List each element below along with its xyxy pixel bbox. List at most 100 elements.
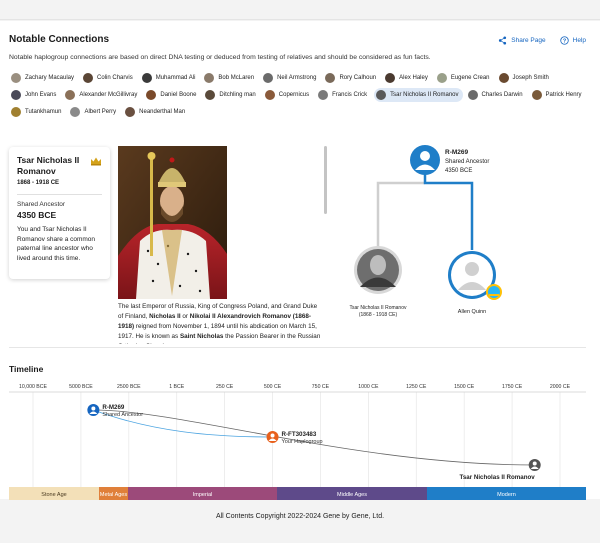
chip-label: Neanderthal Man	[139, 109, 186, 115]
chip-label: Rory Calhoun	[339, 75, 377, 81]
footer-copyright: All Contents Copyright 2022-2024 Gene by…	[215, 513, 385, 520]
svg-text:?: ?	[562, 38, 565, 44]
timeline-tick-label: 5000 BCE	[69, 384, 93, 390]
timeline-tick-label: 10,000 BCE	[19, 384, 48, 390]
help-button[interactable]: ? Help	[559, 36, 586, 45]
notable-chip[interactable]: Tutankhamun	[9, 105, 65, 119]
notable-chip[interactable]: Tsar Nicholas II Romanov	[374, 88, 463, 102]
chip-label: Joseph Smith	[512, 75, 549, 81]
chip-label: Francis Crick	[332, 92, 368, 98]
notable-chip[interactable]: Daniel Boone	[144, 88, 200, 102]
page-title: Notable Connections	[9, 34, 110, 45]
top-bar	[0, 0, 600, 20]
notable-chip[interactable]: Zachary Macaulay	[9, 71, 78, 85]
info-divider	[17, 194, 102, 195]
notable-chip[interactable]: Joseph Smith	[497, 71, 553, 85]
chip-label: Charles Darwin	[481, 92, 523, 98]
help-icon: ?	[559, 36, 569, 45]
notable-chip[interactable]: Eugene Crean	[435, 71, 494, 85]
bio-name1: Nicholas II	[149, 313, 181, 320]
chip-avatar	[11, 90, 21, 100]
ancestor-label: Shared Ancestor	[445, 159, 489, 165]
era-label: Imperial	[193, 492, 213, 498]
notable-chip[interactable]: Charles Darwin	[466, 88, 527, 102]
timeline-tick-label: 1250 CE	[406, 384, 427, 390]
timeline-event-haplogroup: R-FT303483	[282, 431, 317, 438]
era-label: Middle Ages	[337, 492, 367, 498]
notable-chip[interactable]: John Evans	[9, 88, 60, 102]
timeline-tick-label: 1500 CE	[454, 384, 475, 390]
chip-label: Alex Haley	[399, 75, 428, 81]
shared-ancestor-label: Shared Ancestor	[17, 201, 66, 208]
tree-line-right	[423, 168, 474, 250]
notable-chip[interactable]: Colin Charvis	[81, 71, 137, 85]
notable-chip[interactable]: Francis Crick	[316, 88, 371, 102]
chip-avatar	[11, 73, 21, 83]
bio-scrollbar[interactable]	[324, 146, 327, 214]
chip-label: Daniel Boone	[160, 92, 197, 98]
user-node-name: Allen Quinn	[458, 309, 486, 315]
timeline-tick-label: 1 BCE	[169, 384, 185, 390]
chip-label: Tsar Nicholas II Romanov	[390, 92, 459, 98]
notable-chip[interactable]: Neil Armstrong	[261, 71, 320, 85]
chip-avatar	[376, 90, 387, 100]
chip-label: Eugene Crean	[450, 75, 490, 81]
chip-avatar	[204, 73, 215, 83]
timeline-event-label: Your Haplogroup	[282, 439, 323, 445]
chip-avatar	[146, 90, 157, 100]
user-node[interactable]	[448, 251, 502, 300]
chip-label: Colin Charvis	[97, 75, 133, 81]
ancestor-year: 4350 BCE	[445, 168, 472, 174]
timeline-tick-label: 1000 CE	[358, 384, 379, 390]
section-divider	[9, 347, 586, 348]
chip-avatar	[83, 73, 94, 83]
era-label: Metal Ages	[100, 492, 127, 498]
notable-chip[interactable]: Patrick Henry	[530, 88, 586, 102]
notable-chip[interactable]: Muhammad Ali	[140, 71, 200, 85]
timeline-tick-label: 250 CE	[216, 384, 234, 390]
ancestor-haplogroup: R-M269	[445, 149, 469, 156]
chip-label: Alexander McGillivray	[79, 92, 138, 98]
era-label: Stone Age	[41, 492, 66, 498]
bio-text: The last Emperor of Russia, King of Cong…	[118, 302, 322, 344]
notable-chip[interactable]: Ditchling man	[203, 88, 259, 102]
tsar-node[interactable]	[354, 246, 402, 294]
chip-label: Muhammad Ali	[155, 75, 196, 81]
notable-chip[interactable]: Copernicus	[263, 88, 313, 102]
chip-avatar	[141, 73, 152, 83]
person-name: Tsar Nicholas II Romanov	[17, 155, 80, 176]
notable-chip[interactable]: Bob McLaren	[202, 71, 258, 85]
help-label: Help	[572, 37, 586, 44]
shared-ancestor-year: 4350 BCE	[17, 210, 57, 220]
timeline-tick-label: 1750 CE	[502, 384, 523, 390]
notable-chip[interactable]: Neanderthal Man	[123, 105, 189, 119]
notable-chip[interactable]: Alexander McGillivray	[63, 88, 141, 102]
ancestor-node[interactable]	[410, 145, 440, 175]
notable-chip[interactable]: Albert Perry	[68, 105, 120, 119]
timeline-tick-label: 2000 CE	[550, 384, 571, 390]
chip-label: Copernicus	[278, 92, 310, 98]
chip-avatar	[264, 90, 275, 100]
share-page-label: Share Page	[511, 37, 546, 44]
chip-avatar	[436, 73, 447, 83]
share-page-button[interactable]: Share Page	[498, 36, 546, 45]
portrait-image	[118, 146, 227, 299]
timeline-event-label: Shared Ancestor	[102, 412, 143, 418]
timeline-tick-label: 500 CE	[264, 384, 282, 390]
bio-saint: Saint Nicholas	[179, 333, 224, 340]
notable-chip-list: Zachary Macaulay Colin Charvis Muhammad Al…	[9, 71, 589, 119]
chip-avatar	[531, 90, 542, 100]
chip-avatar	[70, 107, 81, 117]
timeline-title: Timeline	[9, 364, 44, 374]
chip-avatar	[125, 107, 136, 117]
chip-avatar	[467, 90, 478, 100]
person-dates: 1868 - 1918 CE	[17, 180, 60, 186]
chip-avatar	[263, 73, 274, 83]
notable-chip[interactable]: Rory Calhoun	[323, 71, 380, 85]
chip-avatar	[498, 73, 509, 83]
notable-chip[interactable]: Alex Haley	[383, 71, 432, 85]
era-label: Modern	[497, 492, 516, 498]
chip-label: Neil Armstrong	[277, 75, 317, 81]
chip-label: Tutankhamun	[25, 109, 62, 115]
chip-label: Zachary Macaulay	[25, 75, 75, 81]
